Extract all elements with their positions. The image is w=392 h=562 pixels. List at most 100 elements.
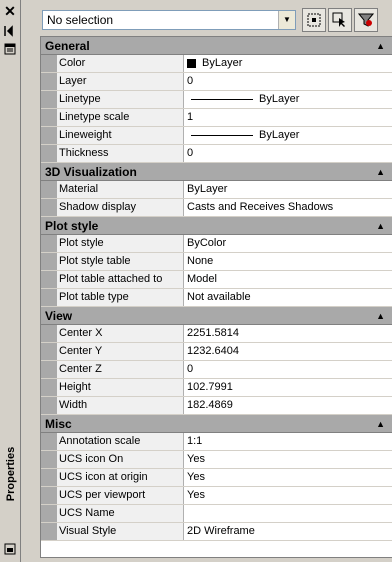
property-value[interactable]: ByLayer	[184, 127, 392, 144]
property-value[interactable]: 0	[184, 361, 392, 378]
property-row[interactable]: Linetype scale 1	[41, 109, 392, 127]
property-label: Thickness	[57, 145, 184, 162]
category-title: Plot style	[45, 219, 99, 233]
collapse-icon[interactable]: ▲	[376, 163, 385, 181]
property-value[interactable]: ByColor	[184, 235, 392, 252]
category-view: View ▲ Center X 2251.5814 Center Y 1232.…	[41, 307, 392, 415]
color-swatch-icon	[187, 59, 196, 68]
property-value[interactable]: Not available	[184, 289, 392, 306]
property-value[interactable]: ByLayer	[184, 91, 392, 108]
property-value[interactable]: 0	[184, 73, 392, 90]
property-value[interactable]: Model	[184, 271, 392, 288]
property-row[interactable]: Plot table type Not available	[41, 289, 392, 307]
property-value[interactable]: 102.7991	[184, 379, 392, 396]
property-row[interactable]: Center X 2251.5814	[41, 325, 392, 343]
property-row[interactable]: Center Y 1232.6404	[41, 343, 392, 361]
property-row[interactable]: Material ByLayer	[41, 181, 392, 199]
property-value[interactable]: 182.4869	[184, 397, 392, 414]
property-row[interactable]: Visual Style 2D Wireframe	[41, 523, 392, 541]
select-objects-icon	[332, 12, 345, 27]
property-label: Visual Style	[57, 523, 184, 540]
property-value[interactable]: Casts and Receives Shadows	[184, 199, 392, 216]
collapse-icon[interactable]: ▲	[376, 307, 385, 325]
property-label: Lineweight	[57, 127, 184, 144]
property-value[interactable]: Yes	[184, 469, 392, 486]
property-row[interactable]: UCS Name	[41, 505, 392, 523]
category-header[interactable]: Plot style ▲	[41, 217, 392, 235]
property-value[interactable]: Yes	[184, 451, 392, 468]
pickadd-icon	[307, 13, 321, 27]
property-label: UCS per viewport	[57, 487, 184, 504]
category-header[interactable]: General ▲	[41, 37, 392, 55]
property-value[interactable]	[184, 505, 392, 522]
property-value[interactable]: ByLayer	[184, 181, 392, 198]
category-header[interactable]: View ▲	[41, 307, 392, 325]
property-label: UCS icon at origin	[57, 469, 184, 486]
category-general: General ▲ Color ByLayer Layer 0 Linetype…	[41, 37, 392, 163]
property-row[interactable]: UCS icon at origin Yes	[41, 469, 392, 487]
category-header[interactable]: Misc ▲	[41, 415, 392, 433]
property-value[interactable]: 0	[184, 145, 392, 162]
category-title: Misc	[45, 417, 72, 431]
close-icon[interactable]: ✕	[3, 4, 17, 18]
linetype-sample-icon	[191, 99, 253, 100]
selection-value: No selection	[47, 13, 114, 27]
property-label: UCS icon On	[57, 451, 184, 468]
lineweight-sample-icon	[191, 135, 253, 136]
property-label: Plot table attached to	[57, 271, 184, 288]
property-row[interactable]: Plot style ByColor	[41, 235, 392, 253]
select-objects-button[interactable]	[328, 8, 352, 32]
property-row[interactable]: Thickness 0	[41, 145, 392, 163]
property-label: Shadow display	[57, 199, 184, 216]
property-label: UCS Name	[57, 505, 184, 522]
property-row[interactable]: Linetype ByLayer	[41, 91, 392, 109]
collapse-icon[interactable]: ▲	[376, 217, 385, 235]
property-value[interactable]: Yes	[184, 487, 392, 504]
property-row[interactable]: UCS per viewport Yes	[41, 487, 392, 505]
auto-hide-icon[interactable]	[3, 24, 17, 38]
sidebar-title: Properties	[5, 446, 17, 502]
property-row[interactable]: UCS icon On Yes	[41, 451, 392, 469]
property-row[interactable]: Color ByLayer	[41, 55, 392, 73]
property-row[interactable]: Plot table attached to Model	[41, 271, 392, 289]
chevron-down-icon[interactable]: ▼	[278, 11, 295, 29]
toolbar: No selection ▼	[40, 8, 392, 32]
property-row[interactable]: Center Z 0	[41, 361, 392, 379]
property-label: Plot style table	[57, 253, 184, 270]
category-title: 3D Visualization	[45, 165, 137, 179]
property-label: Linetype	[57, 91, 184, 108]
property-value[interactable]: ByLayer	[184, 55, 392, 72]
quick-select-icon	[358, 13, 374, 27]
property-label: Annotation scale	[57, 433, 184, 450]
property-value[interactable]: 1:1	[184, 433, 392, 450]
properties-menu-icon[interactable]	[3, 42, 17, 56]
property-row[interactable]: Plot style table None	[41, 253, 392, 271]
category-misc: Misc ▲ Annotation scale 1:1 UCS icon On …	[41, 415, 392, 541]
settings-icon[interactable]	[3, 542, 17, 556]
selection-dropdown[interactable]: No selection ▼	[42, 10, 296, 30]
property-row[interactable]: Height 102.7991	[41, 379, 392, 397]
property-value[interactable]: None	[184, 253, 392, 270]
collapse-icon[interactable]: ▲	[376, 37, 385, 55]
property-value[interactable]: 2251.5814	[184, 325, 392, 342]
property-row[interactable]: Shadow display Casts and Receives Shadow…	[41, 199, 392, 217]
category-plot-style: Plot style ▲ Plot style ByColor Plot sty…	[41, 217, 392, 307]
property-value[interactable]: 1	[184, 109, 392, 126]
property-row[interactable]: Width 182.4869	[41, 397, 392, 415]
property-row[interactable]: Annotation scale 1:1	[41, 433, 392, 451]
property-label: Plot style	[57, 235, 184, 252]
toggle-pickadd-button[interactable]	[302, 8, 326, 32]
property-label: Plot table type	[57, 289, 184, 306]
property-row[interactable]: Layer 0	[41, 73, 392, 91]
properties-panel: No selection ▼ General ▲ Color ByLayer L…	[22, 0, 392, 562]
quick-select-button[interactable]	[354, 8, 378, 32]
property-label: Center Y	[57, 343, 184, 360]
property-grid: General ▲ Color ByLayer Layer 0 Linetype…	[40, 36, 392, 558]
property-value[interactable]: 1232.6404	[184, 343, 392, 360]
property-row[interactable]: Lineweight ByLayer	[41, 127, 392, 145]
property-label: Material	[57, 181, 184, 198]
property-value[interactable]: 2D Wireframe	[184, 523, 392, 540]
property-label: Linetype scale	[57, 109, 184, 126]
collapse-icon[interactable]: ▲	[376, 415, 385, 433]
category-header[interactable]: 3D Visualization ▲	[41, 163, 392, 181]
